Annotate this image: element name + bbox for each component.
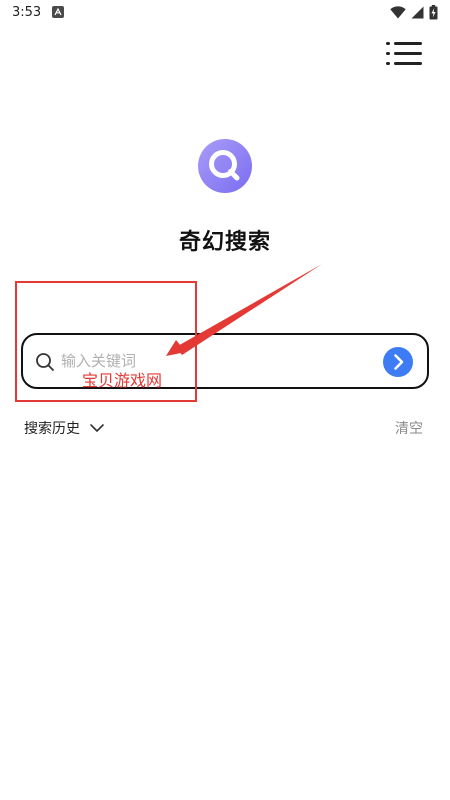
search-history-label[interactable]: 搜索历史 [24,418,80,438]
watermark-text: 宝贝游戏网 [82,371,163,390]
annotation-arrow [166,264,322,356]
chevron-down-icon[interactable] [89,420,105,434]
clear-history-button[interactable]: 清空 [395,418,423,438]
